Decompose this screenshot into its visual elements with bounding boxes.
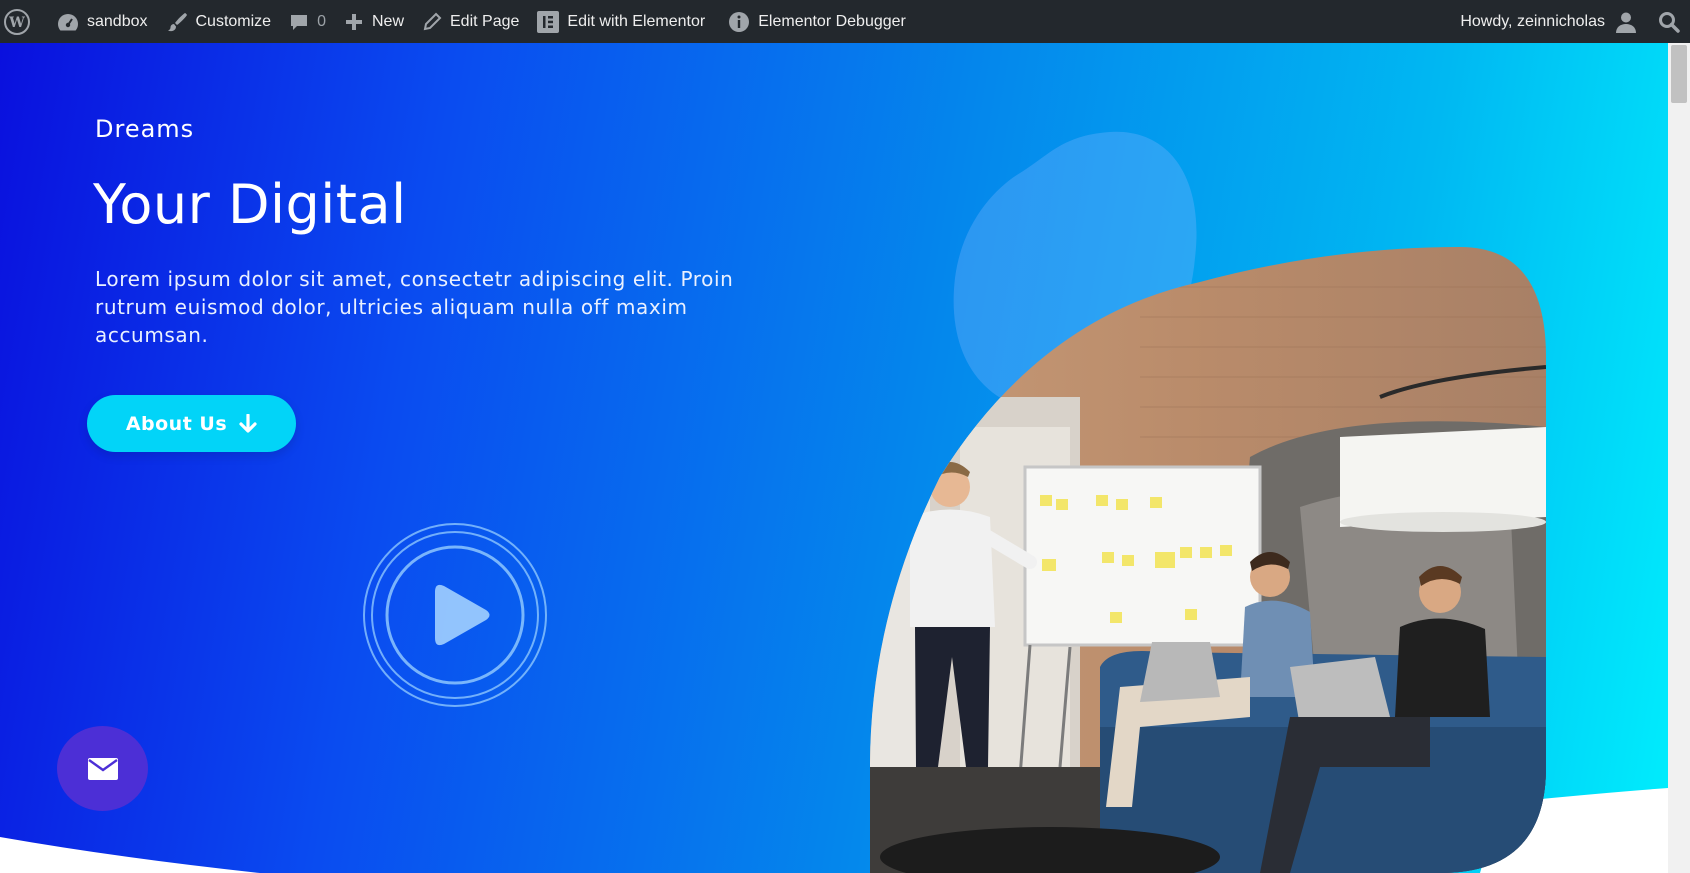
play-icon [435, 584, 490, 646]
hero-section: Dreams Your Digital Lorem ipsum dolor si… [0, 43, 1668, 873]
scrollbar-thumb[interactable] [1671, 45, 1687, 103]
info-icon [729, 11, 750, 32]
new-label: New [371, 12, 404, 30]
edit-page-link[interactable]: Edit Page [413, 0, 528, 43]
edit-elementor-label: Edit with Elementor [567, 12, 706, 30]
about-us-button[interactable]: About Us [87, 395, 296, 452]
edit-elementor-link[interactable]: Edit with Elementor [528, 0, 714, 43]
search-icon [1659, 11, 1680, 33]
hero-description: Lorem ipsum dolor sit amet, consectetr a… [95, 267, 734, 347]
user-icon [1616, 12, 1636, 33]
elementor-icon [537, 10, 560, 33]
mail-icon [87, 757, 118, 780]
video-play-button[interactable] [362, 522, 548, 708]
comments-count: 0 [317, 12, 326, 30]
site-name-label: sandbox [87, 12, 148, 30]
customize-label: Customize [195, 12, 272, 30]
comments-link[interactable]: 0 [280, 0, 335, 43]
dashboard-icon [58, 13, 78, 30]
brush-icon [167, 12, 187, 31]
hero-title: Your Digital [93, 173, 407, 236]
edit-page-label: Edit Page [450, 12, 520, 30]
site-name-menu[interactable]: sandbox [48, 0, 157, 43]
arrow-down-icon [239, 413, 257, 433]
elementor-debugger-link[interactable]: Elementor Debugger [714, 0, 915, 43]
search-button[interactable] [1646, 0, 1690, 43]
page-scrollbar[interactable] [1668, 43, 1690, 873]
team-meeting-image [870, 247, 1546, 873]
admin-bar: W sandbox Customize 0 New Edit Page Edit… [0, 0, 1690, 43]
comment-icon [291, 14, 308, 30]
hero-subtitle: Dreams [95, 115, 195, 143]
my-account-menu[interactable]: Howdy, zeinnicholas [1451, 0, 1646, 43]
svg-text:W: W [8, 15, 25, 31]
pencil-icon [423, 12, 442, 30]
about-us-label: About Us [125, 412, 228, 435]
new-content-menu[interactable]: New [335, 0, 413, 43]
debugger-label: Elementor Debugger [758, 12, 906, 30]
customize-link[interactable]: Customize [157, 0, 281, 43]
wordpress-logo-icon: W [4, 8, 30, 35]
plus-icon [345, 13, 362, 30]
howdy-label: Howdy, zeinnicholas [1460, 12, 1605, 30]
contact-mail-button[interactable] [57, 726, 148, 811]
wordpress-menu[interactable]: W [0, 0, 48, 43]
